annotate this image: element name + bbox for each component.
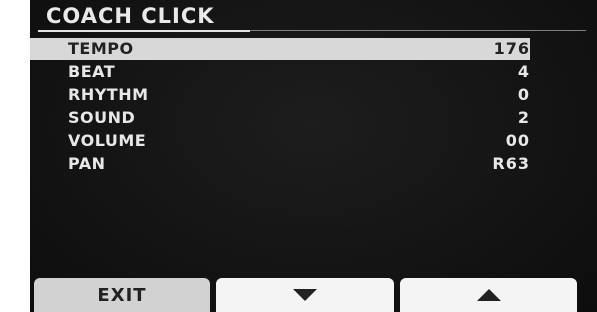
param-label: RHYTHM xyxy=(68,85,149,104)
lcd-screen: COACH CLICK TEMPO 176 BEAT 4 RHYTHM 0 SO… xyxy=(30,0,597,312)
param-value: 0 xyxy=(517,85,530,104)
param-value: 00 xyxy=(505,131,530,150)
function-buttons: EXIT xyxy=(30,278,597,312)
param-value: 4 xyxy=(517,62,530,81)
param-value: 176 xyxy=(493,39,530,58)
title-bar: COACH CLICK xyxy=(30,0,597,32)
param-label: PAN xyxy=(68,154,106,173)
triangle-down-icon xyxy=(293,289,317,301)
param-value: R63 xyxy=(492,154,530,173)
down-button[interactable] xyxy=(216,278,394,312)
param-row-volume[interactable]: VOLUME 00 xyxy=(30,130,530,152)
triangle-up-icon xyxy=(476,289,501,301)
exit-button[interactable]: EXIT xyxy=(34,278,210,312)
param-label: VOLUME xyxy=(68,131,147,150)
parameter-list: TEMPO 176 BEAT 4 RHYTHM 0 SOUND 2 VOLUME… xyxy=(30,38,530,176)
param-label: SOUND xyxy=(68,108,136,127)
param-row-sound[interactable]: SOUND 2 xyxy=(30,107,530,129)
title-underline xyxy=(38,30,250,32)
param-label: BEAT xyxy=(68,62,116,81)
title-divider xyxy=(250,30,586,31)
param-value: 2 xyxy=(517,108,530,127)
param-label: TEMPO xyxy=(68,39,134,58)
param-row-pan[interactable]: PAN R63 xyxy=(30,153,530,175)
page-title: COACH CLICK xyxy=(46,4,215,28)
param-row-tempo[interactable]: TEMPO 176 xyxy=(30,38,530,60)
param-row-beat[interactable]: BEAT 4 xyxy=(30,61,530,83)
up-button[interactable] xyxy=(400,278,577,312)
param-row-rhythm[interactable]: RHYTHM 0 xyxy=(30,84,530,106)
exit-button-label: EXIT xyxy=(97,284,147,306)
